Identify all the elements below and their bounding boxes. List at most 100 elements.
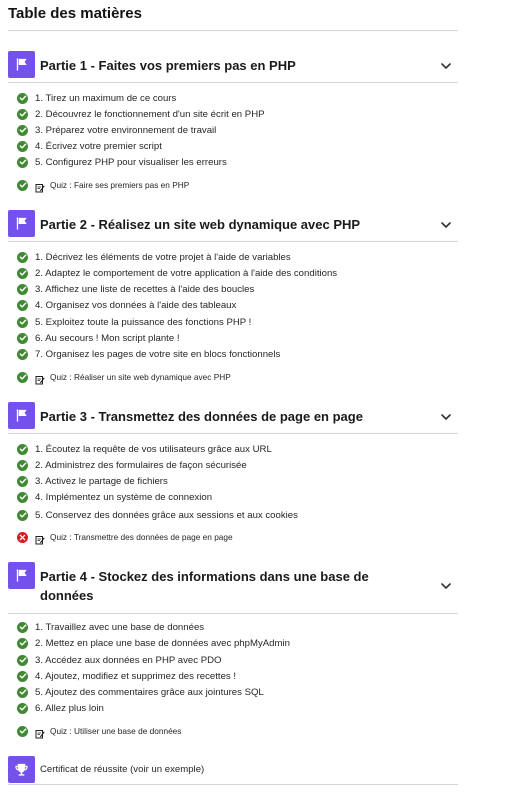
check-circle-icon [17,124,28,136]
chapter-item[interactable]: 4. Écrivez votre premier script [17,139,162,153]
quiz-label: Quiz : Transmettre des données de page e… [50,532,233,542]
quiz-item[interactable]: Quiz : Transmettre des données de page e… [17,530,233,545]
chapter-item[interactable]: 1. Décrivez les éléments de votre projet… [17,250,291,264]
check-circle-icon [17,670,28,682]
quiz-icon [35,372,45,385]
part-header-3[interactable]: Partie 3 - Transmettez des données de pa… [8,402,458,429]
check-circle-icon [17,283,28,295]
part-title: Partie 4 - Stockez des informations dans… [40,569,369,603]
chapter-item[interactable]: 3. Activez le partage de fichiers [17,474,168,488]
check-circle-icon [17,459,28,471]
check-circle-icon [17,179,28,191]
chevron-down-icon[interactable] [440,218,452,230]
check-circle-icon [17,108,28,120]
quiz-item[interactable]: Quiz : Réaliser un site web dynamique av… [17,370,231,385]
part-title: Partie 2 - Réalisez un site web dynamiqu… [40,217,361,232]
quiz-item[interactable]: Quiz : Faire ses premiers pas en PHP [17,178,190,193]
flag-icon [8,402,35,429]
check-circle-icon [17,251,28,263]
part-header-1[interactable]: Partie 1 - Faites vos premiers pas en PH… [8,51,458,78]
chapter-item[interactable]: 4. Organisez vos données à l'aide des ta… [17,298,236,312]
certificate-link[interactable]: Certificat de réussite (voir un exemple) [8,756,204,783]
chapter-item[interactable]: 6. Allez plus loin [17,701,104,715]
chapter-item[interactable]: 2. Adaptez le comportement de votre appl… [17,266,337,280]
quiz-icon [35,532,45,545]
check-circle-icon [17,475,28,487]
check-circle-icon [17,509,28,521]
flag-icon [8,51,35,78]
chapter-label: 4. Ajoutez, modifiez et supprimez des re… [35,670,237,682]
page-title: Table des matières [8,5,142,22]
chapter-label: 3. Activez le partage de fichiers [35,475,168,487]
quiz-label: Quiz : Utiliser une base de données [50,726,182,736]
chapter-label: 3. Préparez votre environnement de trava… [35,124,217,136]
flag-icon [8,562,35,589]
chapter-item[interactable]: 2. Découvrez le fonctionnement d'un site… [17,107,265,121]
chapter-item[interactable]: 2. Administrez des formulaires de façon … [17,458,247,472]
chapter-item[interactable]: 1. Tirez un maximum de ce cours [17,91,176,105]
cross-circle-icon [17,531,28,543]
chapter-label: 2. Découvrez le fonctionnement d'un site… [35,108,265,120]
check-circle-icon [17,371,28,383]
chapter-item[interactable]: 3. Préparez votre environnement de trava… [17,123,216,137]
check-circle-icon [17,621,28,633]
chapter-label: 4. Écrivez votre premier script [35,140,162,152]
chapter-label: 6. Allez plus loin [35,702,104,714]
chevron-down-icon[interactable] [440,579,452,591]
chapter-label: 1. Tirez un maximum de ce cours [35,92,177,104]
part-header-2[interactable]: Partie 2 - Réalisez un site web dynamiqu… [8,210,458,237]
chapter-item[interactable]: 7. Organisez les pages de votre site en … [17,347,280,361]
certificate-divider [8,784,458,785]
chevron-down-icon[interactable] [440,59,452,71]
chapter-label: 1. Écoutez la requête de vos utilisateur… [35,443,272,455]
flag-icon [8,210,35,237]
chapter-label: 3. Accédez aux données en PHP avec PDO [35,654,222,666]
quiz-icon [35,180,45,193]
part-title: Partie 1 - Faites vos premiers pas en PH… [40,58,296,73]
quiz-icon [35,726,45,739]
chapter-item[interactable]: 5. Conservez des données grâce aux sessi… [17,508,298,522]
part-divider [8,613,458,614]
check-circle-icon [17,316,28,328]
chapter-item[interactable]: 2. Mettez en place une base de données a… [17,636,290,650]
chapter-label: 5. Exploitez toute la puissance des fonc… [35,316,252,328]
chapter-label: 4. Implémentez un système de connexion [35,491,213,503]
part-divider [8,82,458,83]
check-circle-icon [17,491,28,503]
part-header-4[interactable]: Partie 4 - Stockez des informations dans… [8,562,458,605]
check-circle-icon [17,92,28,104]
chapter-label: 5. Conservez des données grâce aux sessi… [35,509,298,521]
part-divider [8,241,458,242]
chapter-item[interactable]: 4. Ajoutez, modifiez et supprimez des re… [17,669,236,683]
chapter-label: 1. Travaillez avec une base de données [35,621,205,633]
check-circle-icon [17,654,28,666]
check-circle-icon [17,686,28,698]
chapter-label: 6. Au secours ! Mon script plante ! [35,332,180,344]
chapter-item[interactable]: 5. Ajoutez des commentaires grâce aux jo… [17,685,264,699]
certificate-label: Certificat de réussite (voir un exemple) [40,764,205,775]
chapter-item[interactable]: 5. Configurez PHP pour visualiser les er… [17,155,227,169]
check-circle-icon [17,267,28,279]
chapter-item[interactable]: 1. Écoutez la requête de vos utilisateur… [17,442,272,456]
quiz-item[interactable]: Quiz : Utiliser une base de données [17,724,182,739]
check-circle-icon [17,140,28,152]
quiz-label: Quiz : Faire ses premiers pas en PHP [50,180,190,190]
check-circle-icon [17,637,28,649]
check-circle-icon [17,725,28,737]
quiz-label: Quiz : Réaliser un site web dynamique av… [50,372,231,382]
check-circle-icon [17,332,28,344]
chapter-item[interactable]: 3. Affichez une liste de recettes à l'ai… [17,282,254,296]
chapter-item[interactable]: 5. Exploitez toute la puissance des fonc… [17,315,251,329]
part-divider [8,433,458,434]
chapter-item[interactable]: 3. Accédez aux données en PHP avec PDO [17,653,221,667]
trophy-icon [8,756,35,783]
chapter-label: 2. Mettez en place une base de données a… [35,637,290,649]
chapter-label: 5. Configurez PHP pour visualiser les er… [35,156,227,168]
chapter-item[interactable]: 1. Travaillez avec une base de données [17,620,204,634]
chapter-item[interactable]: 6. Au secours ! Mon script plante ! [17,331,180,345]
chapter-label: 2. Administrez des formulaires de façon … [35,459,247,471]
check-circle-icon [17,156,28,168]
check-circle-icon [17,443,28,455]
chapter-item[interactable]: 4. Implémentez un système de connexion [17,490,212,504]
chevron-down-icon[interactable] [440,410,452,422]
